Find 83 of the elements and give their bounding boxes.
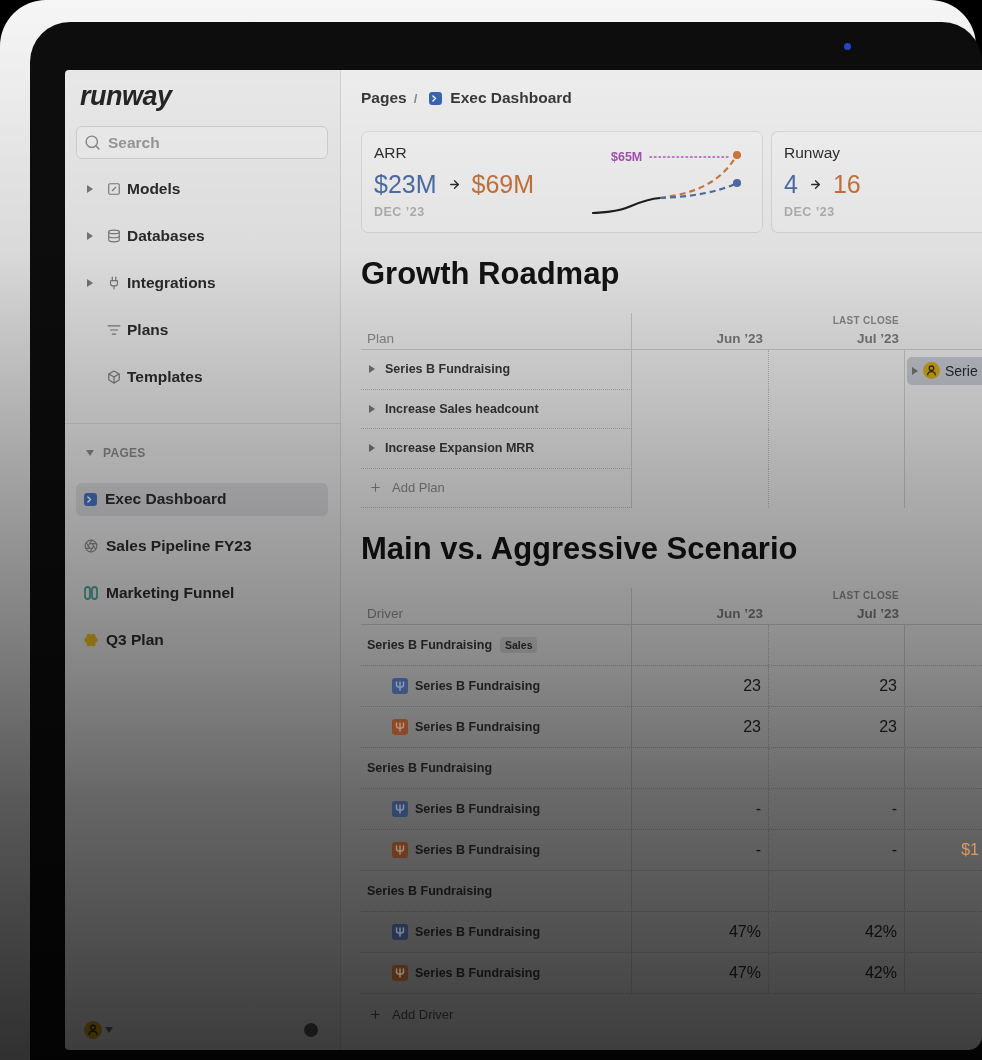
table-cell: - xyxy=(769,830,905,870)
forecast-point xyxy=(733,179,741,187)
database-icon xyxy=(107,229,121,243)
table-cell: $1 xyxy=(961,841,979,859)
section-title: Main vs. Aggressive Scenario xyxy=(361,531,798,567)
column-header: Driver xyxy=(367,606,403,621)
arrow-right-icon xyxy=(447,177,461,191)
column-header: Jun ’23 xyxy=(716,331,763,346)
driver-name: Series B Fundraising xyxy=(415,720,541,734)
page-item[interactable]: Sales Pipeline FY23 xyxy=(76,529,328,563)
metric-target-value: 16 xyxy=(832,170,861,198)
driver-name: Series B Fundraising xyxy=(415,925,541,939)
table-cell: 23 xyxy=(769,666,905,706)
plan-name: Increase Expansion MRR xyxy=(385,441,535,456)
page-item[interactable]: Exec Dashboard xyxy=(76,482,328,516)
plus-icon xyxy=(369,481,382,495)
table-cell: 42% xyxy=(769,912,905,952)
avatar-icon xyxy=(923,362,940,380)
column-header: Jun ’23 xyxy=(716,606,763,621)
column-note: LAST CLOSE xyxy=(832,315,899,326)
table-cell: - xyxy=(632,789,769,829)
group-name: Series B Fundraising xyxy=(367,884,493,898)
table-cell: - xyxy=(769,789,905,829)
cube-icon xyxy=(107,370,121,384)
table-cell: 42% xyxy=(769,953,905,993)
sidebar-item[interactable]: Databases xyxy=(76,212,205,260)
arrow-right-icon xyxy=(808,177,822,191)
actual-line xyxy=(591,196,662,215)
metric-start-value: $23M xyxy=(374,170,437,198)
column-header: Jul ’23 xyxy=(856,331,899,346)
logo: runway xyxy=(80,82,172,110)
page-item[interactable]: Q3 Plan xyxy=(76,623,328,657)
section-title: Growth Roadmap xyxy=(361,256,620,292)
sidebar-item[interactable]: Models xyxy=(76,165,181,213)
camera-icon xyxy=(844,42,851,50)
driver-name: Series B Fundraising xyxy=(415,679,541,693)
plan-name: Increase Sales headcount xyxy=(385,401,539,416)
table-cell: - xyxy=(632,830,769,870)
table-cell: 23 xyxy=(632,666,769,706)
metric-label: Runway xyxy=(784,144,840,162)
caret-icon[interactable] xyxy=(369,404,375,413)
metric-label: ARR xyxy=(374,144,407,162)
caret-icon xyxy=(912,366,918,375)
group-name: Series B Fundraising xyxy=(367,761,493,775)
column-header: Jul ’23 xyxy=(856,606,899,621)
target-value-label: $65M xyxy=(611,150,643,164)
plug-icon xyxy=(107,276,121,290)
caret-icon[interactable] xyxy=(369,444,375,453)
circle-icon[interactable] xyxy=(304,1023,318,1037)
sidebar-item[interactable]: Plans xyxy=(76,306,169,354)
search-icon xyxy=(84,134,101,151)
table-cell: 23 xyxy=(769,707,905,747)
driver-name: Series B Fundraising xyxy=(415,843,541,857)
table-cell: 23 xyxy=(632,707,769,747)
metric-start-value: 4 xyxy=(784,170,798,198)
page-item[interactable]: Marketing Funnel xyxy=(76,576,328,610)
timeline-bar[interactable]: Serie xyxy=(907,357,982,385)
table-cell: 47% xyxy=(632,912,769,952)
sidebar-item[interactable]: Integrations xyxy=(76,259,216,307)
driver-name: Series B Fundraising xyxy=(415,802,541,816)
caret-icon[interactable] xyxy=(369,365,375,374)
plan-name: Series B Fundraising xyxy=(385,362,511,377)
forecast-point xyxy=(733,151,741,159)
sidebar-item[interactable]: Templates xyxy=(76,353,203,401)
bar-label: Serie xyxy=(945,362,978,379)
square-slash-icon xyxy=(107,182,121,196)
metric-period: DEC ’23 xyxy=(784,205,835,219)
driver-name: Series B Fundraising xyxy=(415,966,541,980)
table-cell: 47% xyxy=(632,953,769,993)
terminal-icon xyxy=(429,91,443,105)
group-name: Series B Fundraising xyxy=(367,638,493,652)
avatar-icon[interactable] xyxy=(84,1021,102,1039)
metric-target-value: $69M xyxy=(471,170,535,198)
column-note: LAST CLOSE xyxy=(832,590,899,601)
plus-icon xyxy=(369,1007,382,1021)
metric-period: DEC ’23 xyxy=(374,205,425,219)
column-header: Plan xyxy=(367,331,395,346)
breadcrumb-separator: / xyxy=(413,90,418,106)
category-tag: Sales xyxy=(500,637,538,653)
breadcrumb-current: Exec Dashboard xyxy=(450,89,572,107)
breadcrumb-link[interactable]: Pages xyxy=(361,89,407,107)
list-icon xyxy=(107,323,121,337)
search-field[interactable]: Search xyxy=(76,126,328,159)
